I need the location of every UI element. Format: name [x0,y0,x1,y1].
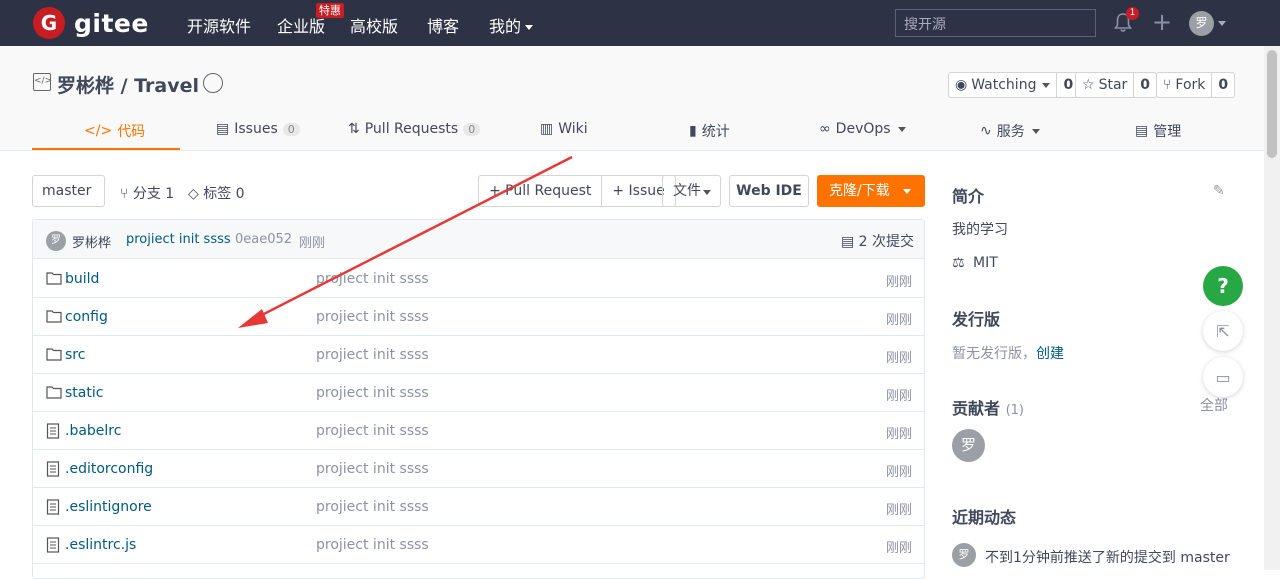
annotation-arrow [238,155,573,328]
